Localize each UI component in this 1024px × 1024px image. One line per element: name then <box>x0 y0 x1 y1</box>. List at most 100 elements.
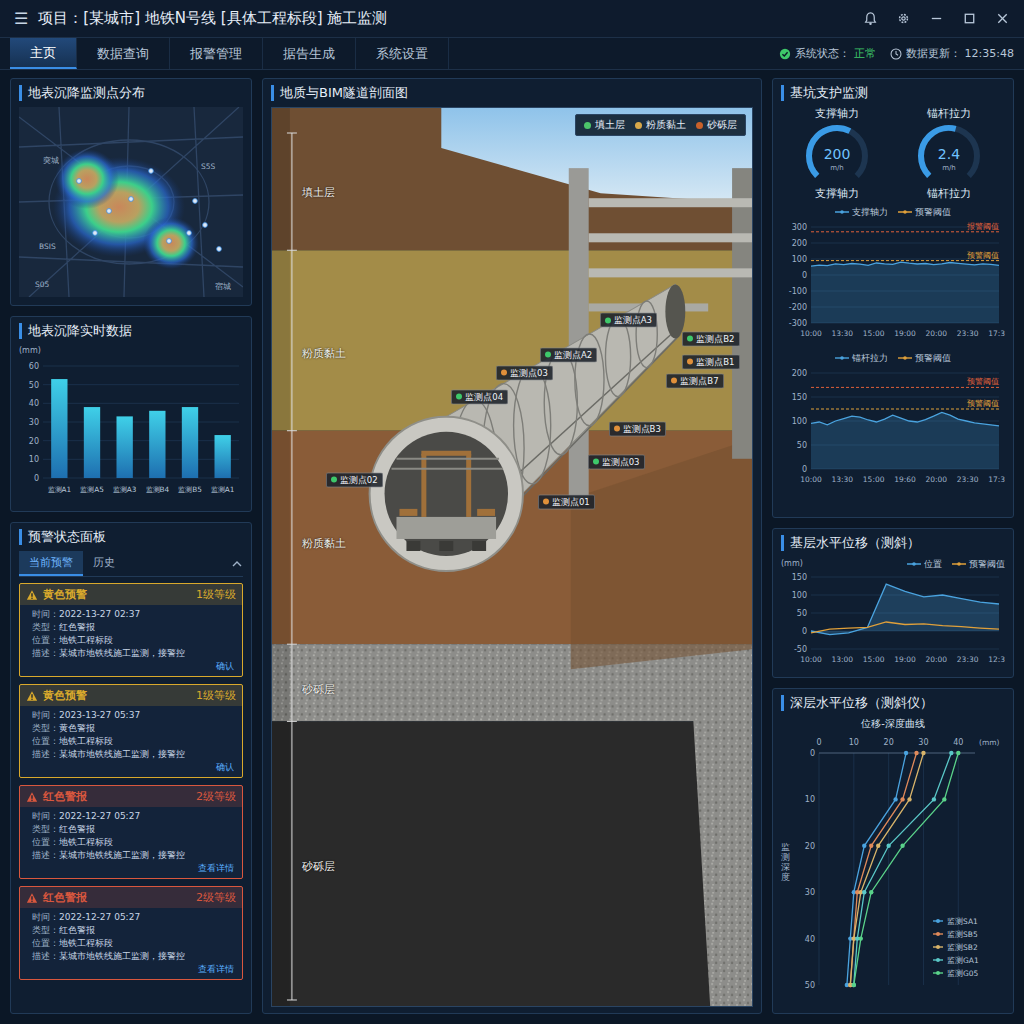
map-ground <box>19 107 243 297</box>
system-status: 系统状态：正常 <box>779 46 876 61</box>
monitor-pin[interactable] <box>93 231 98 236</box>
monitor-point-label[interactable]: 监测点03 <box>588 454 645 469</box>
svg-text:监测SB2: 监测SB2 <box>947 943 978 952</box>
gauge-dial: 200m/h <box>802 121 872 187</box>
maximize-icon[interactable] <box>962 11 977 26</box>
gauge-track <box>914 121 984 187</box>
data-point[interactable] <box>900 797 904 801</box>
bar[interactable] <box>117 416 133 478</box>
minimize-icon[interactable] <box>929 11 944 26</box>
bar[interactable] <box>182 407 198 478</box>
nav-tab[interactable]: 主页 <box>10 38 77 69</box>
alert-field: 描述：某城市地铁线施工监测，接警控 <box>32 849 234 862</box>
monitor-point-label[interactable]: 监测点B3 <box>609 421 666 436</box>
monitor-pin[interactable] <box>149 169 154 174</box>
axis-tick: -100 <box>789 287 807 296</box>
monitor-pin[interactable] <box>77 179 82 184</box>
data-point[interactable] <box>859 936 863 940</box>
panel-title: 深层水平位移（测斜仪） <box>781 695 1005 711</box>
monitor-point-label[interactable]: 监测点01 <box>538 494 595 509</box>
depth-tick <box>287 644 297 645</box>
data-point[interactable] <box>942 797 946 801</box>
monitor-point-label[interactable]: 监测点B2 <box>682 331 739 346</box>
axis-tick: 150 <box>792 393 807 402</box>
data-point[interactable] <box>956 751 960 755</box>
map-roads <box>19 107 243 297</box>
retaining-wall <box>569 168 589 499</box>
axis-tick: 50 <box>805 981 815 990</box>
monitor-pin[interactable] <box>129 197 134 202</box>
monitor-pin[interactable] <box>187 231 192 236</box>
bim-canvas[interactable]: 填土层粉质黏土砂砾层填土层粉质黏土粉质黏土砂砾层砂砾层监测点A3监测点A2监测点… <box>271 107 753 1007</box>
monitor-pin[interactable] <box>203 223 208 228</box>
data-point[interactable] <box>869 890 873 894</box>
monitor-point-label[interactable]: 监测点B1 <box>682 354 739 369</box>
alert-action-link[interactable]: 查看详情 <box>198 862 234 875</box>
data-update-time: 数据更新：12:35:48 <box>890 46 1014 61</box>
series-area <box>811 584 999 634</box>
data-point[interactable] <box>907 797 911 801</box>
alert-field: 类型：黄色警报 <box>32 722 234 735</box>
tunnel-interior <box>385 432 508 556</box>
alert-action-link[interactable]: 查看详情 <box>198 963 234 976</box>
depth-tick <box>287 133 297 134</box>
retaining-wall <box>732 168 752 459</box>
deep-layer <box>272 721 752 1006</box>
alert-card: 红色警报2级等级时间：2022-12-27 05:27类型：红色警报位置：地铁工… <box>19 785 243 879</box>
data-point[interactable] <box>852 983 856 987</box>
axis-tick: 40 <box>953 738 963 747</box>
alert-action-link[interactable]: 确认 <box>216 761 234 774</box>
axis-tick: 50 <box>29 381 39 390</box>
data-point[interactable] <box>852 983 856 987</box>
collapse-icon[interactable] <box>231 558 243 570</box>
alert-action-link[interactable]: 确认 <box>216 660 234 673</box>
nav-tab[interactable]: 系统设置 <box>356 38 449 69</box>
data-point[interactable] <box>932 797 936 801</box>
alert-tab[interactable]: 历史 <box>83 551 125 576</box>
monitor-point-label[interactable]: 监测点02 <box>326 472 383 487</box>
threshold-label: 预警阈值 <box>967 399 999 408</box>
data-point[interactable] <box>869 844 873 848</box>
axis-tick: 50 <box>797 609 807 618</box>
data-point[interactable] <box>876 844 880 848</box>
alert-field: 位置：地铁工程标段 <box>32 836 234 849</box>
menu-icon[interactable]: ☰ <box>14 9 28 28</box>
monitor-pin[interactable] <box>167 239 172 244</box>
bar[interactable] <box>51 379 67 478</box>
data-point[interactable] <box>949 751 953 755</box>
tunnel-section-drawing <box>272 108 752 1006</box>
alert-field: 类型：红色警报 <box>32 924 234 937</box>
data-point[interactable] <box>900 844 904 848</box>
data-point[interactable] <box>862 844 866 848</box>
map-canvas[interactable]: 突城BSISS05宿城S5S <box>19 107 243 297</box>
settlement-map[interactable]: 突城BSISS05宿城S5S <box>19 107 243 297</box>
close-icon[interactable] <box>995 11 1010 26</box>
data-point[interactable] <box>921 751 925 755</box>
bar[interactable] <box>84 407 100 478</box>
axis-tick: 30 <box>29 418 39 427</box>
bar[interactable] <box>215 435 231 478</box>
bell-icon[interactable] <box>863 11 878 26</box>
data-point[interactable] <box>893 797 897 801</box>
axis-tick: 0 <box>34 474 39 483</box>
monitor-pin[interactable] <box>193 199 198 204</box>
data-point[interactable] <box>904 751 908 755</box>
svg-text:监测SB5: 监测SB5 <box>947 930 978 939</box>
monitor-point-label[interactable]: 监测点A3 <box>600 313 657 328</box>
monitor-point-label[interactable]: 监测点03 <box>496 365 553 380</box>
monitor-pin[interactable] <box>217 247 222 252</box>
monitor-point-label[interactable]: 监测点04 <box>451 389 508 404</box>
data-point[interactable] <box>862 890 866 894</box>
data-point[interactable] <box>914 751 918 755</box>
monitor-point-label[interactable]: 监测点A2 <box>540 347 597 362</box>
nav-tab[interactable]: 报警管理 <box>170 38 263 69</box>
monitor-pin[interactable] <box>107 209 112 214</box>
alert-header: 黄色预警1级等级 <box>20 685 242 706</box>
nav-tab[interactable]: 据告生成 <box>263 38 356 69</box>
gear-icon[interactable] <box>896 11 911 26</box>
bar[interactable] <box>149 411 165 478</box>
alert-tab[interactable]: 当前预警 <box>19 551 83 576</box>
monitor-point-label[interactable]: 监测点B7 <box>666 373 723 388</box>
nav-tab[interactable]: 数据查询 <box>77 38 170 69</box>
data-point[interactable] <box>886 844 890 848</box>
